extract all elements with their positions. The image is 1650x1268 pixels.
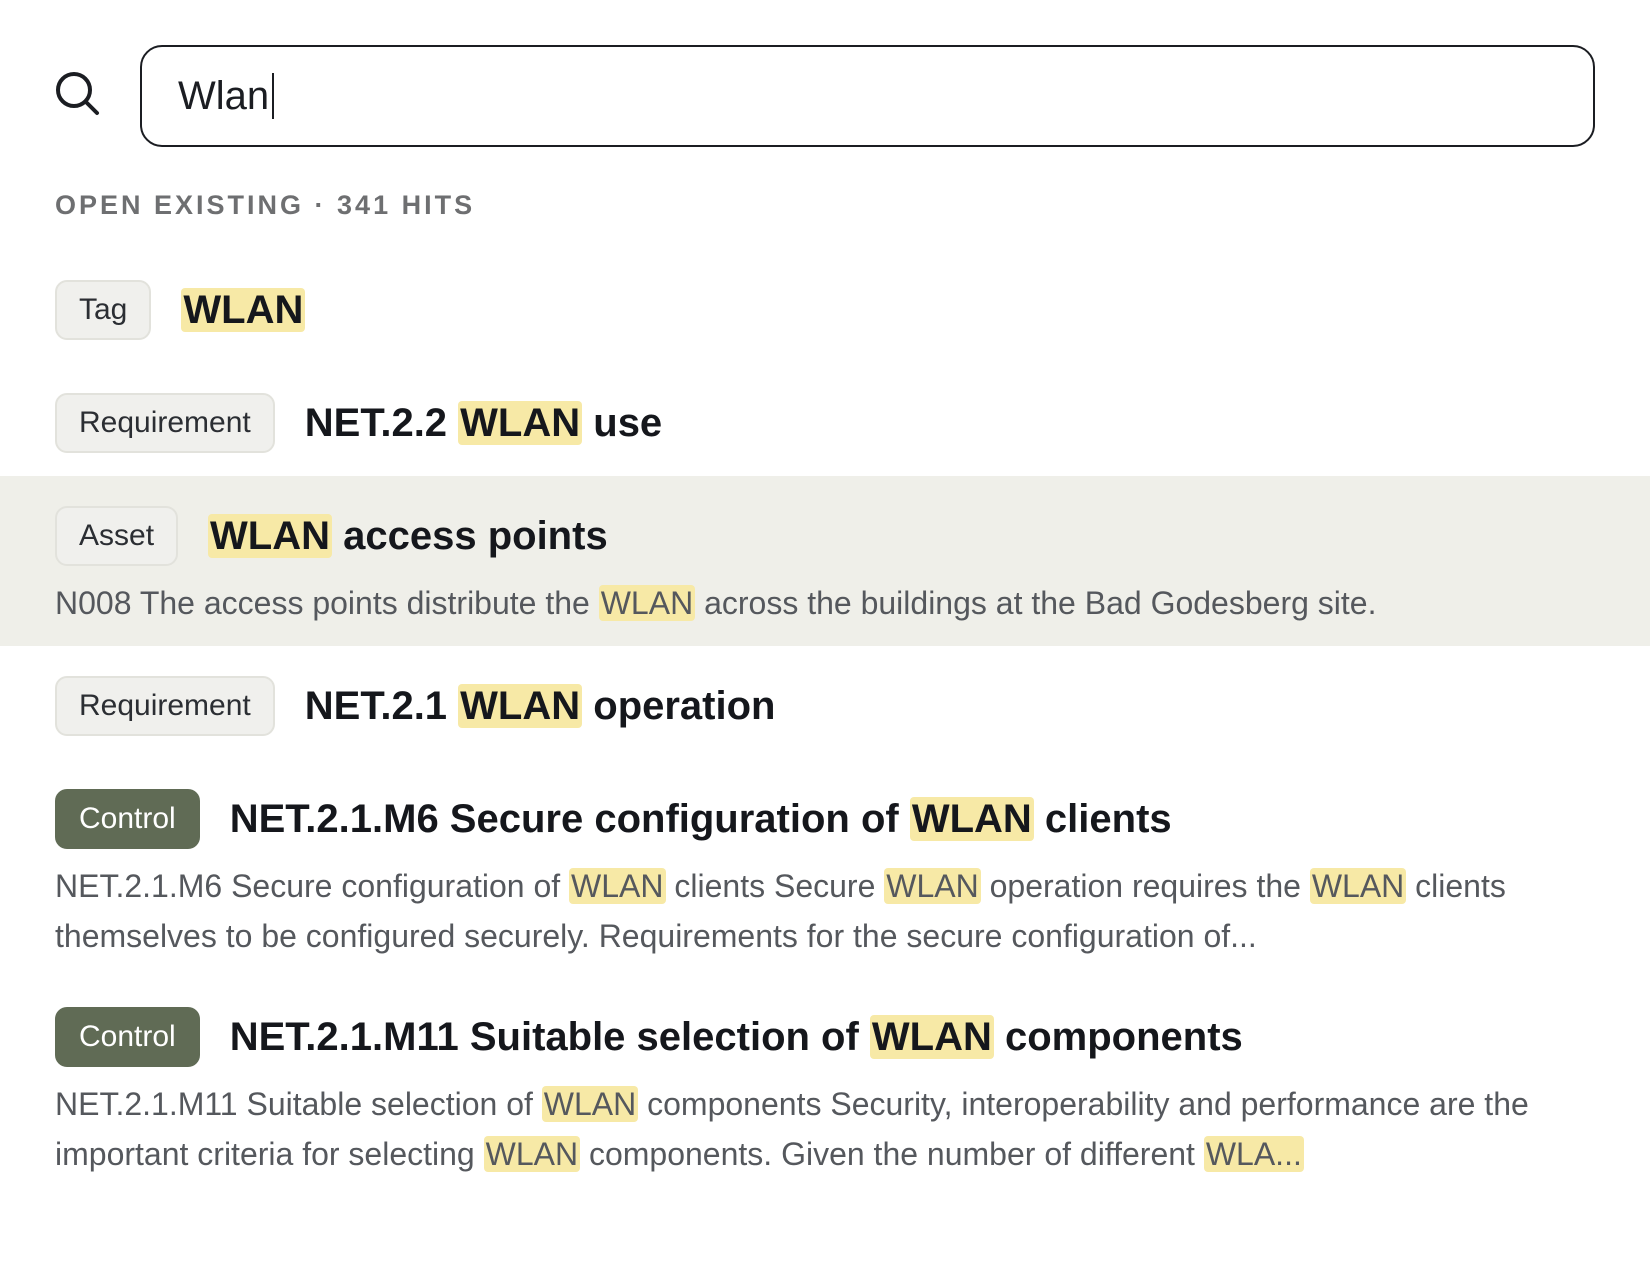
search-bar: Wlan [0,0,1650,190]
result-item-selected[interactable]: Asset WLAN access points N008 The access… [0,476,1650,646]
match-highlight: WLAN [909,796,1034,841]
result-item[interactable]: Control NET.2.1.M11 Suitable selection o… [0,977,1650,1195]
search-input[interactable]: Wlan [140,45,1595,147]
result-item[interactable]: Tag WLAN [0,250,1650,363]
result-title: NET.2.1 WLAN operation [304,683,776,728]
type-badge: Control [55,789,200,849]
result-description: NET.2.1.M6 Secure configuration of WLAN … [55,868,1506,954]
result-item[interactable]: Requirement NET.2.2 WLAN use [0,363,1650,476]
result-title: NET.2.1.M6 Secure configuration of WLAN … [229,796,1172,841]
result-title: NET.2.2 WLAN use [304,400,663,445]
result-item[interactable]: Requirement NET.2.1 WLAN operation [0,646,1650,759]
result-description: NET.2.1.M11 Suitable selection of WLAN c… [55,1086,1529,1172]
match-highlight: WLAN [181,287,306,332]
result-item[interactable]: Control NET.2.1.M6 Secure configuration … [0,759,1650,977]
result-description: N008 The access points distribute the WL… [55,585,1377,621]
type-badge: Requirement [55,676,275,736]
result-title: NET.2.1.M11 Suitable selection of WLAN c… [229,1014,1243,1059]
type-badge: Asset [55,506,179,566]
match-highlight: WLAN [208,513,332,558]
search-icon[interactable] [54,70,102,118]
type-badge: Requirement [55,393,275,453]
section-label: OPEN EXISTING · 341 HITS [55,190,476,220]
text-caret [272,73,275,119]
match-highlight: WLAN [869,1014,994,1059]
match-highlight: WLAN [458,400,583,445]
match-highlight: WLAN [458,683,583,728]
type-badge: Control [55,1007,200,1067]
result-title: WLAN access points [208,513,608,558]
search-input-value: Wlan [178,73,270,118]
type-badge: Tag [55,280,152,340]
results-list: Tag WLAN Requirement NET.2.2 WLAN use As… [0,250,1650,1195]
result-title: WLAN [181,287,306,333]
